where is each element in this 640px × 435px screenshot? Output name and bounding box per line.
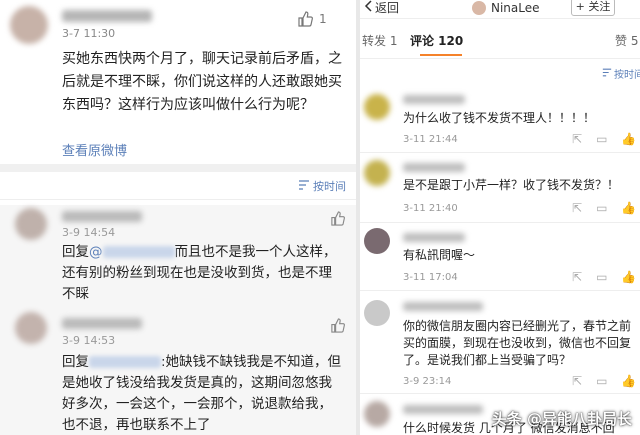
like-icon[interactable]: 👍 [621, 201, 636, 215]
comment-time: 3-9 14:54 [62, 226, 116, 239]
comment-time: 3-9 14:53 [62, 334, 116, 347]
comment-like-button[interactable] [330, 211, 345, 230]
comment-actions: ⇱ ▭ 👍 [572, 132, 636, 146]
item-divider [360, 222, 640, 223]
comment-author-name[interactable] [403, 233, 465, 242]
user-name[interactable]: NinaLee [491, 1, 540, 15]
sort-by-time-button[interactable]: 按时间 [602, 66, 640, 81]
comment-time: 3-11 17:04 [403, 272, 458, 283]
sort-divider [0, 199, 356, 200]
sort-icon [602, 68, 612, 80]
sort-by-time-button[interactable]: 按时间 [298, 178, 346, 194]
item-divider [360, 152, 640, 153]
comment-text: 回复@ 而且也不是我一个人这样，还有别的粉丝到现在也是没收到货，也是不理不睬 [62, 242, 344, 305]
sort-icon [298, 179, 310, 193]
comment-icon[interactable]: ▭ [596, 270, 607, 284]
comment-time: 3-11 21:44 [403, 134, 458, 145]
thumbs-up-icon [330, 318, 345, 337]
post-author-avatar[interactable] [10, 6, 48, 44]
blurred-username [89, 356, 161, 368]
tab-comment[interactable]: 评论 120 [410, 32, 463, 49]
reply-prefix: 回复 [62, 244, 89, 260]
like-icon[interactable]: 👍 [621, 270, 636, 284]
comment-time: 3-11 21:40 [403, 203, 458, 214]
tab-repost[interactable]: 转发 1 [362, 32, 397, 49]
comment-actions: ⇱ ▭ 👍 [572, 270, 636, 284]
user-avatar[interactable] [472, 1, 486, 15]
back-button[interactable]: 返回 [364, 0, 399, 16]
comment-avatar[interactable] [364, 401, 390, 427]
post-author-name[interactable] [62, 10, 152, 22]
sort-label: 按时间 [313, 180, 346, 193]
comment-author-name[interactable] [403, 163, 465, 172]
comment-author-name[interactable] [403, 95, 465, 104]
comment-time: 3-9 23:14 [403, 376, 452, 387]
comment-author-name[interactable] [62, 318, 142, 329]
post-time: 3-7 11:30 [62, 27, 116, 40]
share-icon[interactable]: ⇱ [572, 374, 582, 388]
comment-avatar[interactable] [364, 160, 390, 186]
comment-icon[interactable]: ▭ [596, 374, 607, 388]
like-icon[interactable]: 👍 [621, 374, 636, 388]
comment-author-name[interactable] [403, 405, 483, 414]
left-screenshot-panel: 3-7 11:30 1 买她东西快两个月了，聊天记录前后矛盾，之后就是不理不睬，… [0, 0, 356, 435]
comment-avatar[interactable] [15, 208, 47, 240]
item-divider [360, 393, 640, 394]
comment-author-name[interactable] [62, 211, 142, 222]
tab-bar: 转发 1 评论 120 赞 5 [360, 24, 640, 59]
post-like-button[interactable]: 1 [297, 11, 327, 27]
comment-avatar[interactable] [15, 312, 47, 344]
comment-like-button[interactable] [330, 318, 345, 337]
view-original-link[interactable]: 查看原微博 [62, 140, 127, 159]
share-icon[interactable]: ⇱ [572, 270, 582, 284]
like-icon[interactable]: 👍 [621, 132, 636, 146]
chevron-left-icon [364, 0, 373, 15]
right-screenshot-panel: 返回 NinaLee + 关注 转发 1 评论 120 赞 5 按时间 为什么收… [360, 0, 640, 435]
blurred-username [102, 246, 175, 258]
comment-actions: ⇱ ▭ 👍 [572, 201, 636, 215]
thumbs-up-icon [330, 211, 345, 230]
item-divider [360, 290, 640, 291]
comment-avatar[interactable] [364, 94, 390, 120]
comment-avatar[interactable] [364, 300, 390, 326]
comment-avatar[interactable] [364, 228, 390, 254]
comment-text: 你的微信朋友圈内容已经删光了，春节之前买的面膜，到现在也没收到，微信也不回复了。… [403, 319, 632, 367]
follow-button[interactable]: + 关注 [571, 0, 615, 16]
comment-icon[interactable]: ▭ [596, 132, 607, 146]
comment-text: 为什么收了钱不发货不理人！！！！ [403, 111, 596, 125]
post-text: 买她东西快两个月了，聊天记录前后矛盾，之后就是不理不睬，你们说这样的人还敢跟她买… [62, 51, 342, 113]
reply-prefix: 回复 [62, 354, 89, 370]
watermark: 头条 @异能八卦局长 [491, 410, 632, 428]
comment-author-name[interactable] [403, 302, 483, 311]
comment-text: 回复:她缺钱不缺钱我是不知道，但是她收了钱没给我发货是真的，这期间忽悠我好多次，… [62, 352, 344, 435]
share-icon[interactable]: ⇱ [572, 132, 582, 146]
section-divider [0, 164, 356, 172]
top-nav-bar: 返回 NinaLee + 关注 [360, 0, 640, 19]
share-icon[interactable]: ⇱ [572, 201, 582, 215]
sort-label: 按时间 [614, 70, 640, 81]
tab-comment-underline [420, 54, 462, 56]
reply-handle[interactable]: @ [89, 244, 103, 260]
back-label: 返回 [375, 1, 400, 15]
comment-actions: ⇱ ▭ 👍 [572, 374, 636, 388]
tab-like[interactable]: 赞 5 [615, 32, 638, 49]
thumbs-up-icon [297, 11, 313, 27]
comment-icon[interactable]: ▭ [596, 201, 607, 215]
comment-text: 有私訊問喔～ [403, 248, 476, 262]
comment-text: 是不是跟丁小芹一样？收了钱不发货？！ [403, 178, 620, 192]
post-like-count: 1 [319, 12, 327, 26]
